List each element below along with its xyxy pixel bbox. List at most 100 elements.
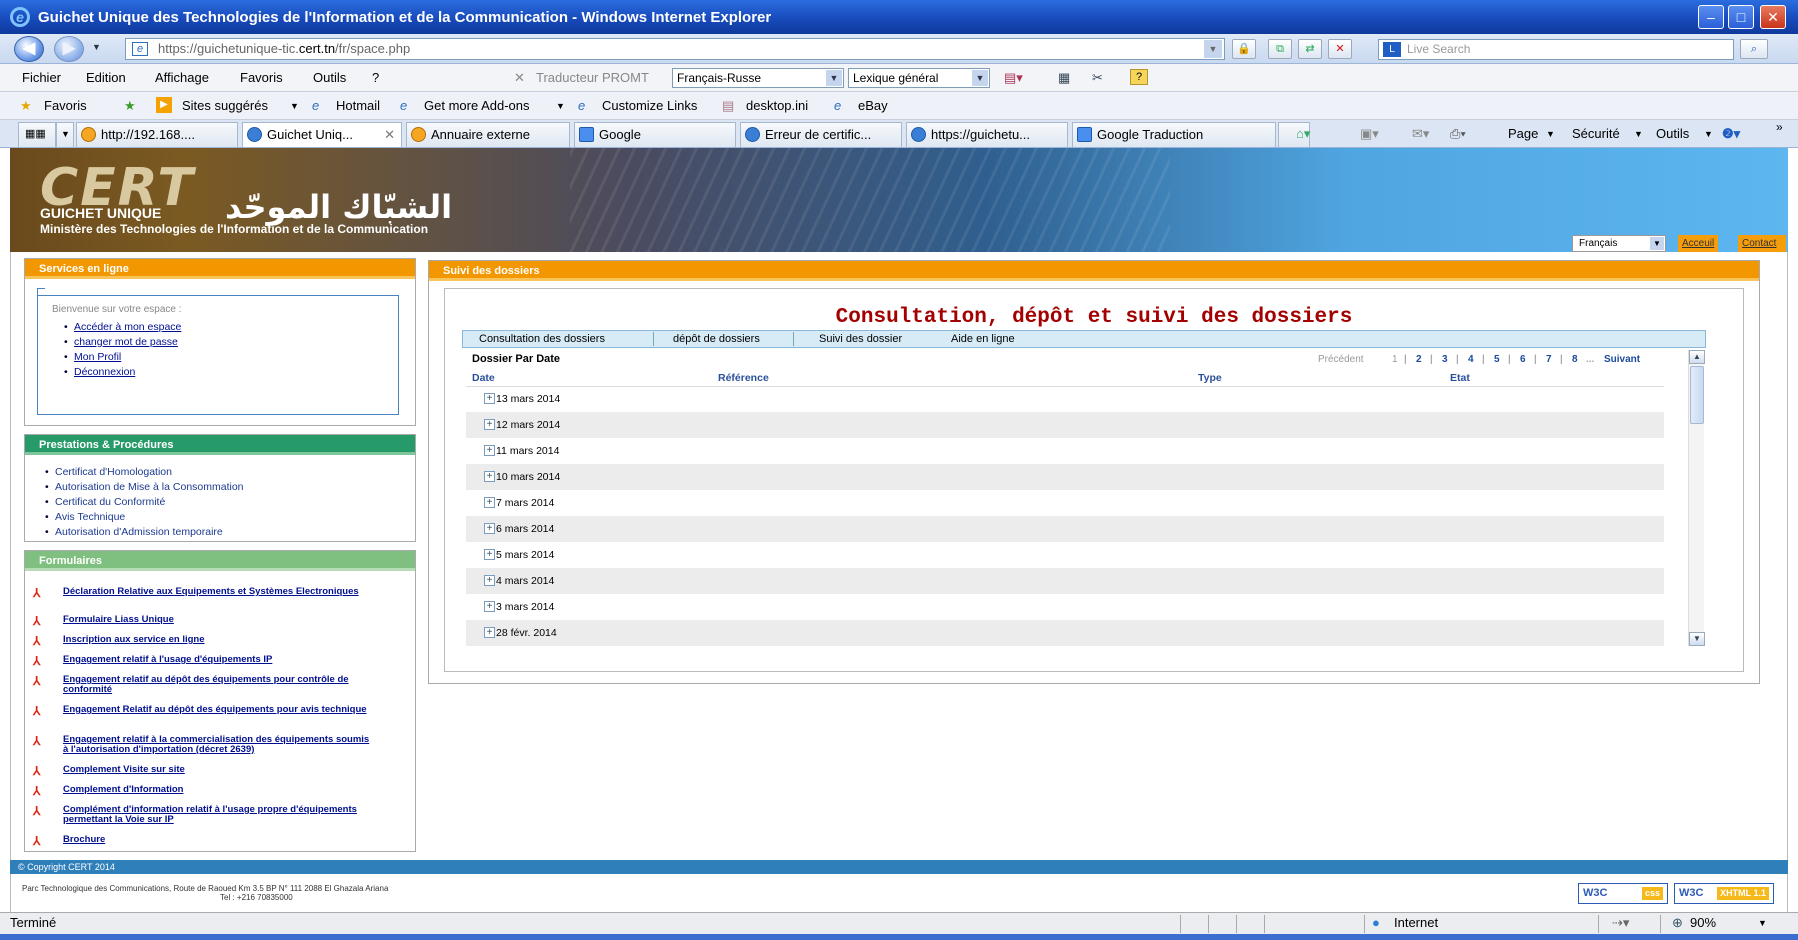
pager-page[interactable]: 2 (1416, 354, 1422, 365)
help-circle-icon[interactable]: ❷▾ (1722, 126, 1740, 142)
date-group-row[interactable]: +6 mars 2014 (466, 516, 1664, 542)
subtab-depot[interactable]: dépôt de dossiers (673, 331, 760, 347)
form-link[interactable]: ⅄ Engagement relatif au dépôt des équipem… (33, 675, 373, 695)
menu-edition[interactable]: Edition (86, 70, 126, 85)
expand-icon[interactable]: + (484, 471, 495, 482)
translate-page-icon[interactable]: ▤▾ (1004, 70, 1023, 86)
tab-google-traduction[interactable]: Google Traduction (1072, 122, 1276, 147)
fav-sites-suggeres[interactable]: Sites suggérés (182, 98, 268, 113)
menu-affichage[interactable]: Affichage (155, 70, 209, 85)
col-date[interactable]: Date (472, 372, 495, 384)
dictionary-icon[interactable]: ▦ (1058, 70, 1070, 86)
form-link[interactable]: ⅄ Engagement relatif à l'usage d'équipeme… (33, 655, 373, 668)
help-icon[interactable]: ? (1130, 69, 1148, 85)
translator-lexicon-select[interactable]: Lexique général ▼ (848, 68, 990, 88)
menu-favoris[interactable]: Favoris (240, 70, 283, 85)
dossiers-scrollbar[interactable]: ▲ ▼ (1688, 350, 1705, 646)
menu-fichier[interactable]: Fichier (22, 70, 61, 85)
prestation-item[interactable]: Certificat d'Homologation (45, 465, 244, 480)
mail-icon[interactable]: ✉▾ (1412, 126, 1429, 142)
expand-icon[interactable]: + (484, 627, 495, 638)
form-link[interactable]: ⅄ Brochure (33, 835, 373, 848)
forward-button[interactable]: ▶ (54, 36, 84, 62)
subtab-suivi[interactable]: Suivi des dossier (819, 331, 902, 347)
translator-language-select[interactable]: Français-Russe ▼ (672, 68, 844, 88)
col-type[interactable]: Type (1198, 372, 1222, 384)
address-input[interactable]: e https://guichetunique-tic.cert.tn/fr/s… (125, 38, 1225, 60)
fav-desktop-ini[interactable]: desktop.ini (746, 98, 808, 113)
expand-icon[interactable]: + (484, 601, 495, 612)
translator-close-icon[interactable]: ✕ (514, 70, 525, 86)
link-changer-mot-de-passe[interactable]: changer mot de passe (64, 335, 181, 350)
form-link[interactable]: ⅄ Formulaire Liass Unique (33, 615, 373, 628)
quick-tabs-button[interactable]: ▦▦ (18, 122, 56, 147)
tab-annuaire[interactable]: Annuaire externe (406, 122, 570, 147)
date-group-row[interactable]: +13 mars 2014 (466, 386, 1664, 412)
expand-icon[interactable]: + (484, 393, 495, 404)
pager-page[interactable]: 6 (1520, 354, 1526, 365)
date-group-row[interactable]: +4 mars 2014 (466, 568, 1664, 594)
col-etat[interactable]: Etat (1450, 372, 1470, 384)
live-search-input[interactable]: L Live Search (1378, 39, 1734, 60)
cmd-outils[interactable]: Outils (1656, 126, 1689, 141)
chevron-down-icon[interactable]: ▼ (290, 101, 299, 111)
pager-page[interactable]: 3 (1442, 354, 1448, 365)
form-link[interactable]: ⅄ Déclaration Relative aux Equipements et… (33, 587, 373, 600)
address-dropdown-icon[interactable]: ▼ (1204, 40, 1222, 58)
fav-get-more-addons[interactable]: Get more Add-ons (424, 98, 530, 113)
pager-next[interactable]: Suivant (1604, 354, 1640, 365)
form-link[interactable]: ⅄ Engagement relatif à la commercialisati… (33, 735, 373, 755)
date-group-row[interactable]: +28 févr. 2014 (466, 620, 1664, 646)
pager-page[interactable]: 5 (1494, 354, 1500, 365)
tab-google[interactable]: Google (574, 122, 736, 147)
form-link[interactable]: ⅄ Complement Visite sur site (33, 765, 373, 778)
maximize-button[interactable]: □ (1728, 5, 1754, 29)
link-mon-profil[interactable]: Mon Profil (64, 350, 181, 365)
scroll-down-icon[interactable]: ▼ (1689, 632, 1705, 646)
expand-icon[interactable]: + (484, 445, 495, 456)
form-link[interactable]: ⅄ Complement d'Information (33, 785, 373, 798)
pager-page[interactable]: 7 (1546, 354, 1552, 365)
cmd-securite[interactable]: Sécurité (1572, 126, 1620, 141)
favorites-button[interactable]: Favoris (44, 98, 87, 113)
minimize-button[interactable]: – (1698, 5, 1724, 29)
window-title-bar[interactable]: e Guichet Unique des Technologies de l'I… (0, 0, 1798, 34)
zoom-level[interactable]: 90% (1690, 913, 1716, 933)
feeds-icon[interactable]: ▣▾ (1360, 126, 1379, 142)
tab-https-guichet[interactable]: https://guichetu... (906, 122, 1068, 147)
fav-ebay[interactable]: eBay (858, 98, 888, 113)
date-group-row[interactable]: +5 mars 2014 (466, 542, 1664, 568)
tab-192[interactable]: http://192.168.... (76, 122, 238, 147)
contact-link[interactable]: Contact (1738, 235, 1786, 252)
menu-outils[interactable]: Outils (313, 70, 346, 85)
pager-prev[interactable]: Précédent (1318, 354, 1364, 365)
prestation-item[interactable]: Autorisation d'Admission temporaire (45, 525, 244, 540)
form-link[interactable]: ⅄ Engagement Relatif au dépôt des équipem… (33, 705, 373, 718)
expand-icon[interactable]: + (484, 523, 495, 534)
tab-erreur-certificat[interactable]: Erreur de certific... (740, 122, 902, 147)
more-commands-icon[interactable]: » (1776, 120, 1783, 134)
pager-page[interactable]: 4 (1468, 354, 1474, 365)
add-favorite-icon[interactable]: ★ (124, 98, 136, 114)
pager-page[interactable]: 8 (1572, 354, 1578, 365)
date-group-row[interactable]: +12 mars 2014 (466, 412, 1664, 438)
expand-icon[interactable]: + (484, 549, 495, 560)
close-button[interactable]: ✕ (1760, 5, 1786, 29)
cmd-page[interactable]: Page (1508, 126, 1538, 141)
zoom-icon[interactable]: ⊕ (1672, 913, 1683, 933)
tab-list-button[interactable]: ▼ (56, 122, 74, 147)
date-group-row[interactable]: +7 mars 2014 (466, 490, 1664, 516)
expand-icon[interactable]: + (484, 497, 495, 508)
date-group-row[interactable]: +3 mars 2014 (466, 594, 1664, 620)
fav-hotmail[interactable]: Hotmail (336, 98, 380, 113)
lock-icon[interactable]: 🔒 (1232, 39, 1256, 59)
chevron-down-icon[interactable]: ▼ (1758, 913, 1767, 933)
fav-customize-links[interactable]: Customize Links (602, 98, 697, 113)
expand-icon[interactable]: + (484, 575, 495, 586)
home-icon[interactable]: ⌂▾ (1296, 126, 1310, 142)
expand-icon[interactable]: + (484, 419, 495, 430)
history-dropdown-icon[interactable]: ▼ (92, 42, 101, 52)
col-reference[interactable]: Référence (718, 372, 769, 384)
language-select[interactable]: Français ▼ (1572, 235, 1666, 252)
prestation-item[interactable]: Autorisation de Mise à la Consommation (45, 480, 244, 495)
